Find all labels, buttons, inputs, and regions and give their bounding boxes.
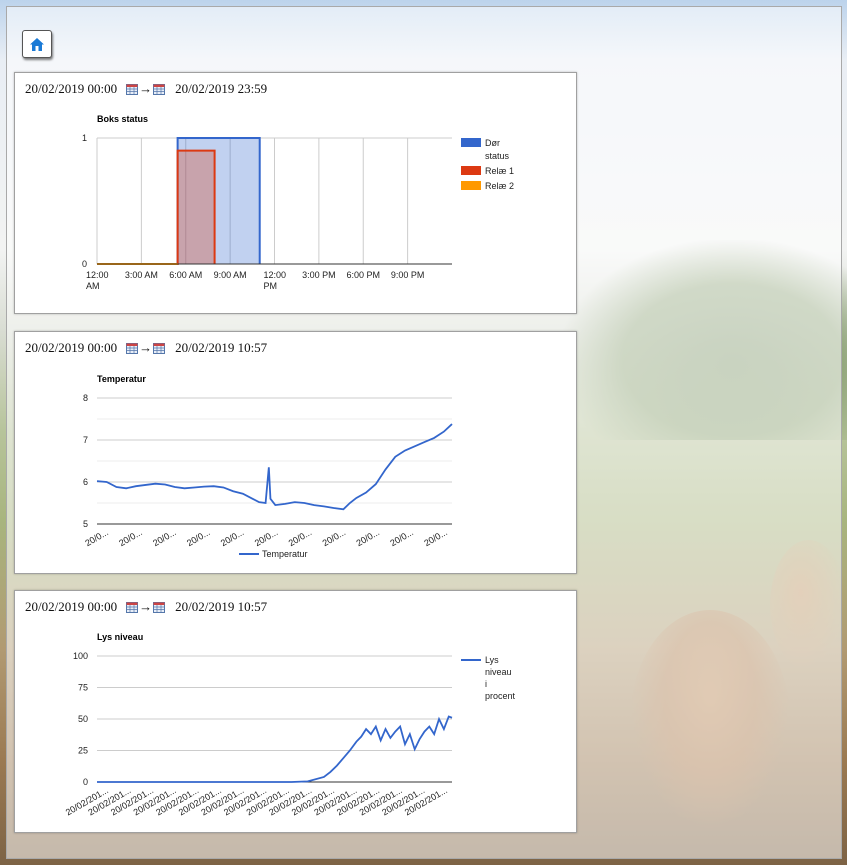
legend-label-1: Relæ 1: [485, 166, 514, 176]
legend-label-0: Dør: [485, 138, 500, 148]
legend-label: niveau: [485, 667, 512, 677]
x-tick-label: 3:00 PM: [302, 270, 336, 280]
legend-label: procent: [485, 691, 516, 701]
y-tick-label: 100: [73, 651, 88, 661]
series-line: [97, 715, 453, 783]
y-tick-label: 25: [78, 746, 88, 756]
y-tick-label: 6: [83, 477, 88, 487]
series-line: [96, 423, 453, 511]
legend-label-0: status: [485, 151, 510, 161]
x-tick-label: 12:00 AM: [86, 270, 109, 291]
y-tick-label: 1: [82, 133, 87, 143]
temperatur-chart: Temperatur 5 6 7 8 20/0... 20/0... 20/0... 20/0.…: [83, 374, 453, 559]
x-tick-label: 20/0...: [422, 527, 449, 548]
y-tick-label: 7: [83, 435, 88, 445]
x-tick-label: 12:00 PM: [264, 270, 287, 291]
x-tick-label: 20/0...: [388, 527, 415, 548]
chart-title: Boks status: [97, 114, 148, 124]
legend-label: Lys: [485, 655, 499, 665]
chart-title: Temperatur: [97, 374, 146, 384]
legend-swatch-2: [461, 181, 481, 190]
temperatur-panel: 20/02/2019 00:00 → 20/02/2019 10:57 Temp…: [14, 331, 577, 574]
y-tick-label: 8: [83, 393, 88, 403]
home-icon: [30, 37, 44, 51]
y-tick-label: 0: [83, 777, 88, 787]
boks-status-panel: 20/02/2019 00:00 → 20/02/2019 23:59 Boks…: [14, 72, 577, 314]
x-tick-label: 20/0...: [253, 527, 280, 548]
legend-swatch-0: [461, 138, 481, 147]
x-tick-label: 6:00 AM: [169, 270, 202, 280]
legend-label: i: [485, 679, 487, 689]
x-tick-label: 9:00 PM: [391, 270, 425, 280]
legend-label: Temperatur: [262, 549, 308, 559]
x-tick-label: 20/0...: [321, 527, 348, 548]
x-tick-label: 20/0...: [185, 527, 212, 548]
x-tick-label: 20/0...: [219, 527, 246, 548]
series-area-1: [97, 150, 215, 264]
y-tick-label: 50: [78, 714, 88, 724]
y-tick-label: 75: [78, 683, 88, 693]
home-button[interactable]: [22, 30, 52, 58]
x-tick-label: 20/0...: [83, 527, 110, 548]
y-tick-label: 5: [83, 519, 88, 529]
x-tick-label: 20/0...: [287, 527, 314, 548]
boks-status-chart: Boks status 0 1 12:00 AM 3:00 AM 6:00 AM 9:00 A…: [82, 114, 514, 291]
chart-title: Lys niveau: [97, 632, 143, 642]
x-tick-label: 20/0...: [355, 527, 382, 548]
x-tick-label: 3:00 AM: [125, 270, 158, 280]
y-tick-label: 0: [82, 259, 87, 269]
x-tick-label: 9:00 AM: [214, 270, 247, 280]
lys-niveau-panel: 20/02/2019 00:00 → 20/02/2019 10:57 Lys …: [14, 590, 577, 833]
x-tick-label: 20/0...: [117, 527, 144, 548]
x-tick-label: 6:00 PM: [346, 270, 380, 280]
legend-label-2: Relæ 2: [485, 181, 514, 191]
legend-swatch-1: [461, 166, 481, 175]
lys-niveau-chart: Lys niveau025507510020/02/201...20/02/20…: [64, 632, 516, 818]
x-tick-label: 20/0...: [151, 527, 178, 548]
